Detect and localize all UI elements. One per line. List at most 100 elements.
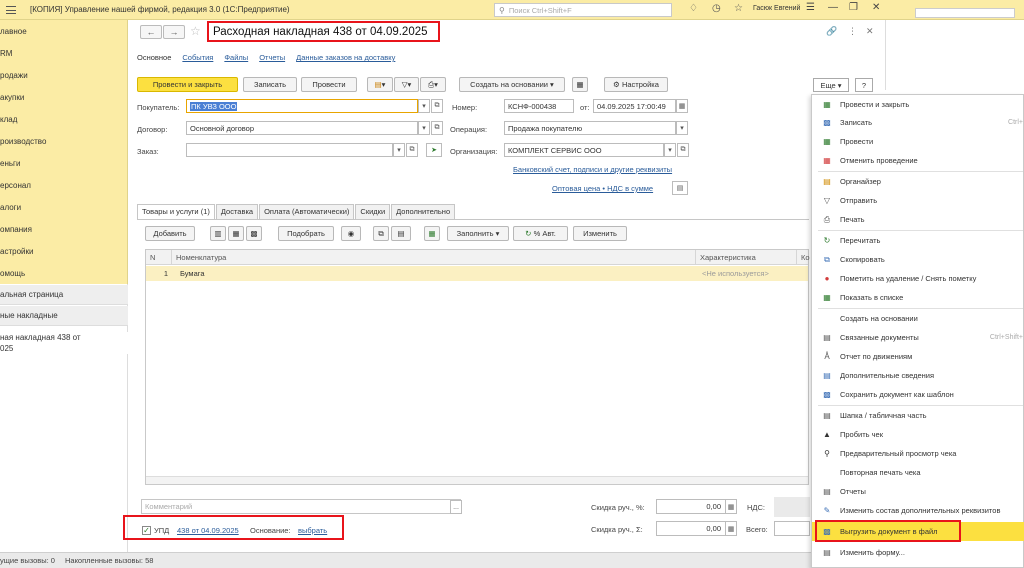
organization-field[interactable]: КОМПЛЕКТ СЕРВИС ООО — [504, 143, 664, 157]
sidebar-item-help[interactable]: омощь — [0, 269, 25, 278]
menu-item-punch-receipt[interactable]: ▲ Пробить чек — [812, 425, 1024, 444]
sidebar-item-main[interactable]: лавное — [0, 27, 27, 36]
more-vertical-icon[interactable]: ⋮ — [848, 26, 857, 37]
link-icon[interactable]: 🔗 — [826, 26, 837, 37]
tab-delivery[interactable]: Доставка — [215, 204, 259, 219]
menu-item-print[interactable]: ⎙ Печать — [812, 210, 1024, 229]
bank-details-link[interactable]: Банковский счет, подписи и другие реквиз… — [513, 165, 672, 174]
close-window-icon[interactable]: ✕ — [872, 2, 880, 13]
sidebar-item-settings[interactable]: астройки — [0, 247, 33, 256]
menu-item-create-based-on[interactable]: Создать на основании — [812, 309, 1024, 328]
operation-dropdown-button[interactable]: ▾ — [676, 121, 688, 135]
tab-additional[interactable]: Дополнительно — [391, 204, 456, 219]
menu-item-movement-report[interactable]: Å Отчет по движениям — [812, 347, 1024, 366]
menu-item-reports[interactable]: ▤ Отчеты — [812, 482, 1024, 501]
table-settings-button[interactable]: ▦ — [424, 226, 440, 241]
menu-item-header-table[interactable]: ▤ Шапка / табличная часть — [812, 406, 1024, 425]
col-quantity[interactable]: Ко — [797, 250, 810, 265]
upd-link[interactable]: 438 от 04.09.2025 — [177, 526, 239, 535]
menu-item-post-and-close[interactable]: ▦ Провести и закрыть — [812, 95, 1024, 114]
settings-menu-icon[interactable]: ☰ — [806, 2, 815, 13]
menu-item-linked-docs[interactable]: ▤ Связанные документы Ctrl+Shift+ — [812, 328, 1024, 347]
change-button[interactable]: Изменить — [573, 226, 627, 241]
tab-goods[interactable]: Товары и услуги (1) — [137, 204, 215, 219]
discount-pct-calc-button[interactable]: ▦ — [725, 499, 737, 514]
paste-rows-button[interactable]: ▤ — [391, 226, 411, 241]
buyer-open-button[interactable]: ⧉ — [431, 99, 443, 113]
send-menu-button[interactable]: ▽ ▾ — [394, 77, 419, 92]
help-button[interactable]: ? — [855, 78, 873, 92]
organization-dropdown-button[interactable]: ▾ — [664, 143, 676, 157]
contract-field[interactable]: Основной договор — [186, 121, 418, 135]
back-button[interactable]: ← — [140, 25, 162, 39]
buyer-field[interactable]: ПК УВЗ ООО — [186, 99, 418, 113]
more-button[interactable]: Еще ▾ — [813, 78, 849, 92]
basis-link[interactable]: выбрать — [298, 526, 327, 535]
tab-files[interactable]: Файлы — [224, 53, 248, 62]
create-based-on-button[interactable]: Создать на основании ▾ — [459, 77, 565, 92]
number-field[interactable]: КСНФ-000438 — [504, 99, 574, 113]
menu-item-edit-form[interactable]: ▤ Изменить форму... — [812, 543, 1024, 562]
user-name[interactable]: Гасюк Евгений — [753, 5, 800, 12]
forward-button[interactable]: → — [163, 25, 185, 39]
sidebar-item-sales[interactable]: родажи — [0, 71, 28, 80]
col-characteristic[interactable]: Характеристика — [696, 250, 797, 265]
menu-item-copy[interactable]: ⧉ Скопировать — [812, 250, 1024, 269]
tab-events[interactable]: События — [182, 53, 213, 62]
col-n[interactable]: N — [146, 250, 172, 265]
open-window-home[interactable]: альная страница — [0, 285, 128, 305]
discount-pct-field[interactable]: 0,00 — [656, 499, 726, 514]
restore-icon[interactable]: ❐ — [849, 2, 858, 13]
goods-table[interactable]: N Номенклатура Характеристика Ко 1 Бумаг… — [145, 249, 810, 485]
minimize-icon[interactable]: — — [828, 2, 838, 13]
sidebar-item-warehouse[interactable]: клад — [0, 115, 17, 124]
add-row-button[interactable]: Добавить — [145, 226, 195, 241]
save-button[interactable]: Записать — [243, 77, 297, 92]
buyer-dropdown-button[interactable]: ▾ — [418, 99, 430, 113]
print-menu-button[interactable]: ⎙ ▾ — [420, 77, 446, 92]
menu-item-mark-delete[interactable]: ● Пометить на удаление / Снять пометку — [812, 269, 1024, 288]
pick-button[interactable]: Подобрать — [278, 226, 334, 241]
col-nomenclature[interactable]: Номенклатура — [172, 250, 696, 265]
menu-item-edit-attributes[interactable]: ✎ Изменить состав дополнительных реквизи… — [812, 501, 1024, 520]
tab-main[interactable]: Основное — [137, 53, 171, 62]
history-icon[interactable]: ◷ — [712, 3, 721, 14]
open-window-invoices[interactable]: ные накладные — [0, 306, 128, 326]
menu-item-send[interactable]: ▽ Отправить — [812, 191, 1024, 210]
tab-delivery-orders[interactable]: Данные заказов на доставку — [296, 53, 395, 62]
menu-item-reprint-receipt[interactable]: Повторная печать чека — [812, 463, 1024, 482]
import-button[interactable]: ▦ — [228, 226, 244, 241]
tab-reports[interactable]: Отчеты — [259, 53, 285, 62]
copy-rows-button[interactable]: ⧉ — [373, 226, 389, 241]
table-row[interactable]: 1 Бумага <Не используется> — [146, 266, 808, 281]
contract-dropdown-button[interactable]: ▾ — [418, 121, 430, 135]
documents-menu-button[interactable]: ▤ ▾ — [367, 77, 393, 92]
bell-icon[interactable]: ♢ — [689, 3, 698, 14]
export-button[interactable]: ▩ — [246, 226, 262, 241]
sidebar-item-crm[interactable]: RM — [0, 49, 12, 58]
barcode-button[interactable]: ▥ — [210, 226, 226, 241]
order-dropdown-button[interactable]: ▾ — [393, 143, 405, 157]
menu-item-post[interactable]: ▦ Провести — [812, 132, 1024, 151]
menu-item-preview-receipt[interactable]: ⚲ Предварительный просмотр чека — [812, 444, 1024, 463]
favorite-star-icon[interactable]: ☆ — [190, 24, 201, 38]
post-and-close-button[interactable]: Провести и закрыть — [137, 77, 238, 92]
sidebar-item-production[interactable]: роизводство — [0, 137, 46, 146]
menu-item-unpost[interactable]: ▦ Отменить проведение — [812, 151, 1024, 170]
menu-item-organizer[interactable]: ▤ Органайзер — [812, 172, 1024, 191]
tab-payment[interactable]: Оплата (Автоматически) — [259, 204, 355, 219]
upd-checkbox[interactable]: ✓ — [142, 526, 151, 535]
sidebar-item-company[interactable]: омпания — [0, 225, 32, 234]
close-form-icon[interactable]: ✕ — [866, 26, 874, 37]
order-open-button[interactable]: ⧉ — [406, 143, 418, 157]
sidebar-item-taxes[interactable]: алоги — [0, 203, 21, 212]
comment-expand-button[interactable]: ... — [450, 500, 462, 514]
post-button[interactable]: Провести — [301, 77, 357, 92]
sidebar-item-money[interactable]: еньги — [0, 159, 20, 168]
settings-button[interactable]: ⚙ Настройка — [604, 77, 668, 92]
order-field[interactable] — [186, 143, 393, 157]
price-vat-link[interactable]: Оптовая цена • НДС в сумме — [552, 184, 653, 193]
order-fill-button[interactable]: ➤ — [426, 143, 442, 157]
date-picker-button[interactable]: ▦ — [676, 99, 688, 113]
menu-item-save-template[interactable]: ▩ Сохранить документ как шаблон — [812, 385, 1024, 404]
